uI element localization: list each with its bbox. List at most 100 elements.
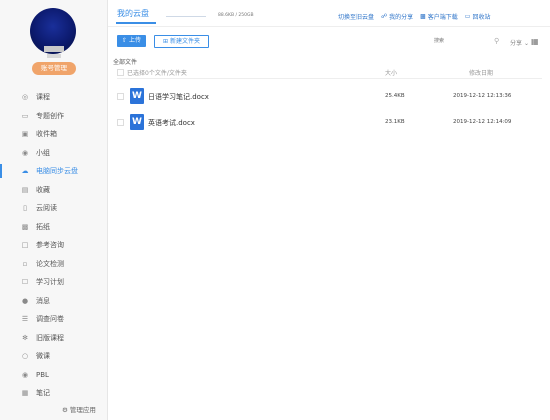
sidebar-item-cloud[interactable]: ☁ 电脑同步云盘 xyxy=(0,162,107,181)
my-share-label: 我的分享 xyxy=(389,14,414,21)
sidebar-item-label: 拓纸 xyxy=(36,222,50,231)
sidebar-item-course[interactable]: ◎ 课程 xyxy=(0,88,107,107)
sort-label: 分享 xyxy=(510,40,523,47)
old-course-icon: ✻ xyxy=(22,333,28,342)
sidebar-item-label: 消息 xyxy=(36,296,50,305)
date-column-header[interactable]: 修改日期 xyxy=(469,68,493,77)
username-placeholder xyxy=(44,46,64,52)
file-name[interactable]: 英语考试.docx xyxy=(148,118,195,128)
manage-apps-button[interactable]: ⚙ 管理应用 xyxy=(62,404,96,414)
my-share-link[interactable]: ☍ 我的分享 xyxy=(381,12,413,21)
client-download-link[interactable]: ▩ 客户端下载 xyxy=(420,12,458,21)
header-links: 切换至旧云盘 ☍ 我的分享 ▩ 客户端下载 ▭ 回收站 xyxy=(338,12,490,21)
account-management-button[interactable]: 账号管理 xyxy=(32,62,76,75)
sidebar-item-group[interactable]: ◉ 小组 xyxy=(0,144,107,163)
sort-dropdown[interactable]: 分享 ⌄ xyxy=(510,38,529,47)
survey-icon: ☰ xyxy=(21,315,29,324)
sidebar-item-label: 学习计划 xyxy=(36,278,64,287)
tab-my-cloud[interactable]: 我的云盘 xyxy=(117,8,149,19)
sidebar-item-label: 课程 xyxy=(36,93,50,102)
file-size: 23.1KB xyxy=(385,119,405,125)
word-doc-icon: W xyxy=(130,88,144,104)
inbox-icon: ▣ xyxy=(21,130,29,139)
top-bar: 我的云盘 88.6KB / 250GB 切换至旧云盘 ☍ 我的分享 ▩ 客户端下载 … xyxy=(108,0,550,27)
recycle-bin-link[interactable]: ▭ 回收站 xyxy=(465,12,491,21)
sidebar-item-label: 小组 xyxy=(36,148,50,157)
bookmark-icon: ▤ xyxy=(21,185,29,194)
sidebar-item-label: 收藏 xyxy=(36,185,50,194)
username-placeholder-2 xyxy=(47,54,61,58)
sidebar-item-bookmark[interactable]: ▤ 收藏 xyxy=(0,181,107,200)
breadcrumb[interactable]: 全部文件 xyxy=(113,57,137,66)
client-download-label: 客户端下载 xyxy=(427,14,458,21)
sidebar-item-message[interactable]: ● 消息 xyxy=(0,292,107,311)
new-folder-label: 新建文件夹 xyxy=(169,38,200,45)
paper-icon: ▩ xyxy=(21,222,29,231)
file-date: 2019-12-12 12:14:09 xyxy=(453,119,512,125)
main-panel: 我的云盘 88.6KB / 250GB 切换至旧云盘 ☍ 我的分享 ▩ 客户端下载 … xyxy=(108,0,550,420)
sidebar-item-label: 笔记 xyxy=(36,389,50,398)
search-input[interactable] xyxy=(428,35,498,47)
trash-icon: ▭ xyxy=(464,13,471,20)
sidebar-item-label: 专题创作 xyxy=(36,111,64,120)
sidebar-item-plan[interactable]: ☐ 学习计划 xyxy=(0,273,107,292)
plan-icon: ☐ xyxy=(21,278,29,287)
consult-icon: □ xyxy=(21,241,29,250)
sidebar-item-inbox[interactable]: ▣ 收件箱 xyxy=(0,125,107,144)
gear-icon: ⚙ xyxy=(62,406,68,414)
sidebar-menu: ◎ 课程 ▭ 专题创作 ▣ 收件箱 ◉ 小组 ☁ 电脑同步云盘 ▤ 收藏 ▯ 云… xyxy=(0,88,107,403)
file-name[interactable]: 日语学习笔记.docx xyxy=(148,92,209,102)
grid-view-icon[interactable]: ▦ xyxy=(531,37,539,46)
sidebar-item-label: 电脑同步云盘 xyxy=(36,167,78,176)
sidebar-item-label: PBL xyxy=(36,370,49,379)
upload-button[interactable]: ⇧ 上传 xyxy=(117,35,146,47)
tab-underline xyxy=(116,22,156,24)
sidebar-item-read[interactable]: ▯ 云阅读 xyxy=(0,199,107,218)
word-doc-icon: W xyxy=(130,114,144,130)
sidebar-item-topic[interactable]: ▭ 专题创作 xyxy=(0,107,107,126)
file-date: 2019-12-12 12:13:36 xyxy=(453,93,512,99)
microlesson-icon: ○ xyxy=(21,352,29,361)
row-checkbox[interactable] xyxy=(117,119,124,126)
sidebar-item-label: 云阅读 xyxy=(36,204,57,213)
sidebar-item-paper[interactable]: ▩ 拓纸 xyxy=(0,218,107,237)
read-icon: ▯ xyxy=(23,204,27,213)
message-icon: ● xyxy=(21,296,29,305)
pbl-icon: ◉ xyxy=(21,370,29,379)
search-icon[interactable]: ⚲ xyxy=(494,37,499,45)
manage-apps-label: 管理应用 xyxy=(69,406,96,414)
chevron-down-icon: ⌄ xyxy=(523,40,529,47)
table-header: 已选择0个文件/文件夹 大小 修改日期 xyxy=(117,68,542,79)
sidebar-item-consult[interactable]: □ 参考咨询 xyxy=(0,236,107,255)
switch-old-cloud-link[interactable]: 切换至旧云盘 xyxy=(338,12,374,21)
sidebar-item-label: 论文检测 xyxy=(36,259,64,268)
capacity-text: 88.6KB / 250GB xyxy=(218,13,254,18)
share-icon: ☍ xyxy=(381,13,388,20)
new-folder-button[interactable]: ⊞ 新建文件夹 xyxy=(154,35,209,48)
folder-plus-icon: ⊞ xyxy=(163,38,169,45)
table-row[interactable]: W 英语考试.docx 23.1KB 2019-12-12 12:14:09 xyxy=(117,111,542,133)
sidebar-item-old-course[interactable]: ✻ 旧版课程 xyxy=(0,329,107,348)
note-icon: ▦ xyxy=(21,389,29,398)
check-icon: ▫ xyxy=(22,259,28,268)
course-icon: ◎ xyxy=(21,93,29,102)
group-icon: ◉ xyxy=(21,148,29,157)
sidebar-item-pbl[interactable]: ◉ PBL xyxy=(0,366,107,385)
table-row[interactable]: W 日语学习笔记.docx 25.4KB 2019-12-12 12:13:36 xyxy=(117,85,542,107)
sidebar-item-label: 旧版课程 xyxy=(36,333,64,342)
upload-icon: ⇧ xyxy=(122,37,128,44)
sidebar-item-check[interactable]: ▫ 论文检测 xyxy=(0,255,107,274)
sidebar-item-microlesson[interactable]: ○ 微课 xyxy=(0,347,107,366)
file-size: 25.4KB xyxy=(385,93,405,99)
sidebar: 账号管理 ◎ 课程 ▭ 专题创作 ▣ 收件箱 ◉ 小组 ☁ 电脑同步云盘 ▤ 收… xyxy=(0,0,108,420)
sidebar-item-label: 参考咨询 xyxy=(36,241,64,250)
select-all-checkbox[interactable] xyxy=(117,69,124,76)
sidebar-item-label: 调查问卷 xyxy=(36,315,64,324)
sidebar-item-label: 收件箱 xyxy=(36,130,57,139)
sidebar-item-survey[interactable]: ☰ 调查问卷 xyxy=(0,310,107,329)
selection-count: 已选择0个文件/文件夹 xyxy=(127,70,187,77)
row-checkbox[interactable] xyxy=(117,93,124,100)
sidebar-item-note[interactable]: ▦ 笔记 xyxy=(0,384,107,403)
size-column-header[interactable]: 大小 xyxy=(385,68,397,77)
cloud-icon: ☁ xyxy=(21,167,29,176)
